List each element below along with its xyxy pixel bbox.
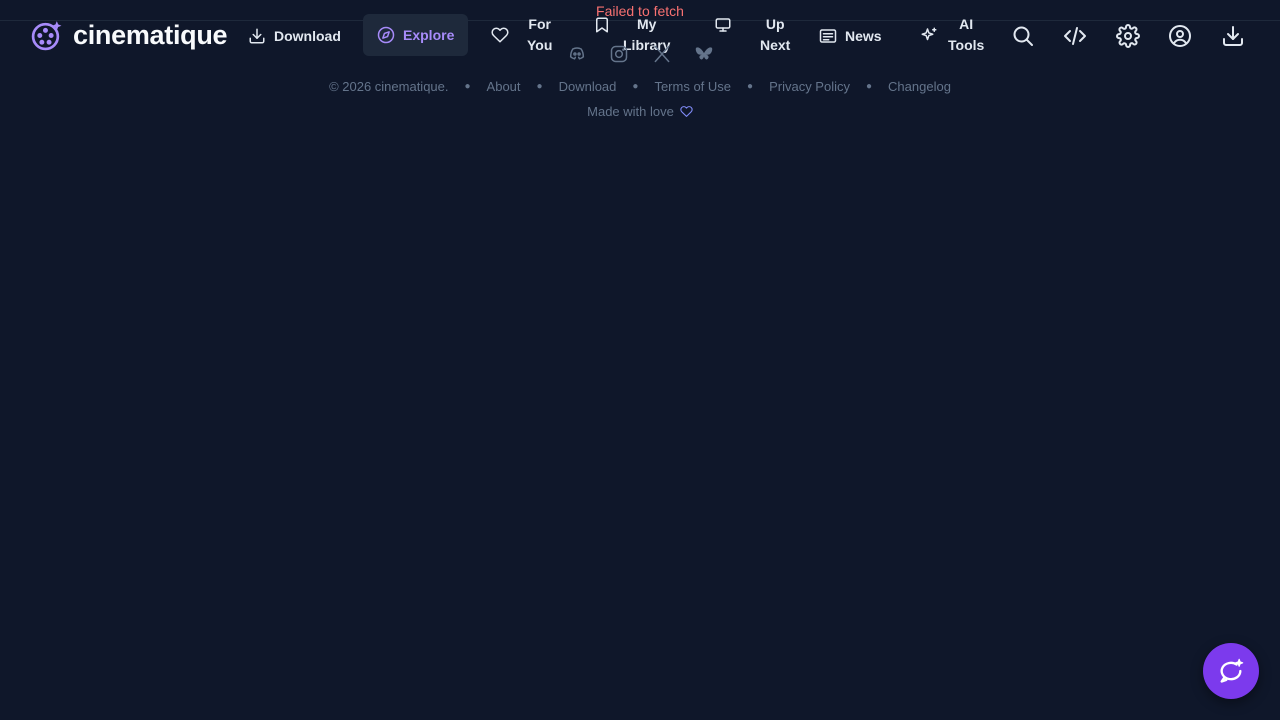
footer-separator: ● bbox=[632, 81, 639, 92]
app-name: cinematique bbox=[73, 20, 228, 50]
nav-download[interactable]: Download bbox=[248, 25, 341, 47]
instagram-link[interactable] bbox=[608, 44, 630, 64]
nav-explore[interactable]: Explore bbox=[363, 14, 469, 56]
nav-download-label: Download bbox=[274, 28, 341, 44]
ai-chat-button[interactable] bbox=[1203, 643, 1259, 699]
made-with-love: Made with love bbox=[0, 104, 1280, 119]
footer-link-terms[interactable]: Terms of Use bbox=[654, 79, 731, 94]
gear-icon bbox=[1116, 24, 1140, 48]
made-with-love-text: Made with love bbox=[587, 104, 674, 119]
instagram-icon bbox=[610, 45, 628, 63]
footer-link-changelog[interactable]: Changelog bbox=[888, 79, 951, 94]
nav-for-you-label-2: You bbox=[527, 37, 553, 53]
footer-link-about[interactable]: About bbox=[487, 79, 521, 94]
code-icon bbox=[1064, 27, 1086, 45]
error-message: Failed to fetch bbox=[596, 3, 684, 19]
x-icon bbox=[654, 45, 670, 63]
nav-up-next[interactable]: Up Next bbox=[714, 14, 790, 56]
search-icon bbox=[1013, 26, 1033, 46]
chat-sparkle-icon bbox=[1220, 658, 1244, 683]
download-app-button[interactable] bbox=[1221, 24, 1245, 48]
download-icon bbox=[249, 28, 265, 44]
download-icon bbox=[1223, 26, 1243, 46]
account-button[interactable] bbox=[1168, 24, 1192, 48]
x-link[interactable] bbox=[651, 44, 673, 64]
user-circle-icon bbox=[1169, 25, 1191, 47]
footer-copyright: © 2026 cinematique. bbox=[329, 79, 449, 94]
heart-icon bbox=[680, 106, 693, 117]
developer-button[interactable] bbox=[1063, 24, 1087, 48]
nav-ai-tools-label-2: Tools bbox=[948, 37, 985, 53]
bluesky-link[interactable] bbox=[693, 44, 715, 64]
app-logo[interactable]: cinematique bbox=[30, 19, 228, 52]
nav-news-label: News bbox=[845, 28, 882, 44]
heart-icon bbox=[491, 27, 509, 43]
footer-links: © 2026 cinematique. ● About ● Download ●… bbox=[0, 79, 1280, 94]
discord-link[interactable] bbox=[566, 44, 588, 64]
search-button[interactable] bbox=[1011, 24, 1035, 48]
nav-ai-tools[interactable]: AI Tools bbox=[920, 14, 984, 56]
newspaper-icon bbox=[819, 29, 837, 43]
compass-icon bbox=[377, 26, 395, 44]
bluesky-icon bbox=[695, 47, 713, 60]
nav-explore-label: Explore bbox=[403, 27, 455, 43]
footer-separator: ● bbox=[866, 81, 873, 92]
sparkles-icon bbox=[921, 27, 937, 41]
nav-for-you[interactable]: For You bbox=[491, 14, 552, 56]
settings-button[interactable] bbox=[1116, 24, 1140, 48]
footer-separator: ● bbox=[747, 81, 754, 92]
film-reel-icon bbox=[31, 21, 62, 51]
footer-separator: ● bbox=[464, 81, 471, 92]
nav-up-next-label-2: Next bbox=[760, 37, 791, 53]
footer-link-download[interactable]: Download bbox=[559, 79, 617, 94]
discord-icon bbox=[569, 47, 585, 60]
nav-news[interactable]: News bbox=[819, 25, 882, 47]
footer-link-privacy[interactable]: Privacy Policy bbox=[769, 79, 850, 94]
footer-separator: ● bbox=[536, 81, 543, 92]
